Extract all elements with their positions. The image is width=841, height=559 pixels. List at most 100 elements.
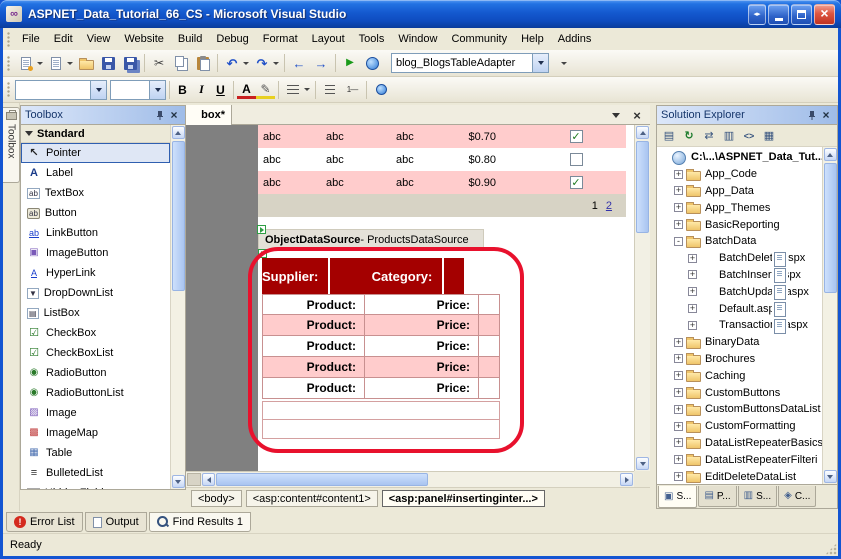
tree-expander-icon[interactable]: + [674,203,683,212]
combobox-dropdown-icon[interactable] [90,81,106,99]
toolbox-item[interactable]: ab TextBox [21,183,170,203]
tree-expander-icon[interactable]: - [674,237,683,246]
toolbox-item[interactable]: ◉ RadioButtonList [21,383,170,403]
menu-item[interactable]: Format [256,29,305,49]
tag-navigator-item[interactable]: <asp:panel#insertinginter...> [382,490,545,507]
toolbox-item[interactable]: ≡ BulletedList [21,463,170,483]
highlight-icon[interactable] [256,83,275,99]
tree-expander-icon[interactable]: + [674,422,683,431]
tree-expander-icon[interactable]: + [674,354,683,363]
scroll-up-icon[interactable] [172,126,185,139]
menu-item[interactable]: Tools [352,29,392,49]
menu-item[interactable]: Debug [209,29,255,49]
resize-grip[interactable] [824,542,837,555]
tree-item[interactable]: + DataListRepeaterBasics [657,435,822,452]
refresh-icon[interactable] [680,127,698,145]
toolbox-item[interactable]: ▤ ListBox [21,303,170,323]
menu-item[interactable]: Layout [305,29,352,49]
tree-expander-icon[interactable]: + [688,254,697,263]
tree-expander-icon[interactable]: + [674,472,683,481]
tree-item[interactable]: + BinaryData [657,334,822,351]
scroll-down-icon[interactable] [172,475,185,488]
toolbox-item[interactable]: A HyperLink [21,263,170,283]
tree-expander-icon[interactable]: + [688,270,697,279]
tree-item[interactable]: + BatchInsert.aspx [657,267,822,284]
tab-output[interactable]: Output [85,512,147,532]
toolbox-item[interactable]: ◉ RadioButton [21,363,170,383]
tree-item[interactable]: + EditDeleteDataList [657,468,822,484]
toolbox-item[interactable]: ☑ CheckBox [21,323,170,343]
tree-item[interactable]: + CustomButtonsDataList [657,401,822,418]
tree-expander-icon[interactable]: + [674,220,683,229]
toolbar-grip[interactable] [7,82,11,97]
tree-expander-icon[interactable]: + [674,455,683,464]
start-debugging-icon[interactable] [339,52,361,74]
window-panes-button[interactable] [748,4,766,25]
maximize-button[interactable] [791,4,812,25]
scroll-up-icon[interactable] [824,148,837,161]
tree-expander-icon[interactable]: + [674,438,683,447]
solution-explorer-header[interactable]: Solution Explorer [657,106,837,125]
scrollbar-thumb[interactable] [824,163,837,293]
toolbar-grip[interactable] [7,32,11,47]
smart-tag-icon[interactable] [257,225,266,234]
add-item-dropdown-icon[interactable] [67,62,73,65]
view-code-icon[interactable] [740,127,758,145]
row-checkbox[interactable] [570,130,583,143]
nest-related-files-icon[interactable] [720,127,738,145]
numbered-list-icon[interactable]: 1— [341,79,363,101]
tree-item[interactable]: + Caching [657,367,822,384]
cut-icon[interactable] [148,52,170,74]
close-icon[interactable] [167,108,181,122]
tab-find-results[interactable]: Find Results 1 [149,512,251,532]
tree-item[interactable]: + BasicReporting [657,216,822,233]
scrollbar-thumb[interactable] [172,141,185,291]
menu-item[interactable]: Window [391,29,444,49]
tree-item[interactable]: + BatchUpdate.aspx [657,283,822,300]
tree-item[interactable]: + BatchDelete.aspx [657,250,822,267]
tree-expander-icon[interactable]: + [674,388,683,397]
font-color-icon[interactable]: A [237,83,256,99]
toolbox-item[interactable]: ▣ ImageButton [21,243,170,263]
tree-item[interactable]: C:\...\ASPNET_Data_Tut... [657,149,822,166]
open-file-icon[interactable] [75,52,97,74]
tree-item[interactable]: + CustomButtons [657,384,822,401]
italic-button[interactable]: I [192,80,211,100]
scroll-right-icon[interactable] [620,473,633,486]
add-new-item-icon[interactable] [45,52,67,74]
close-icon[interactable] [819,108,833,122]
alignment-dropdown-icon[interactable] [304,88,310,91]
new-web-site-icon[interactable] [15,52,37,74]
tree-expander-icon[interactable]: + [674,170,683,179]
scroll-down-icon[interactable] [824,470,837,483]
smart-tag-icon[interactable] [258,249,267,258]
tab-solution-explorer[interactable]: S... [658,486,697,508]
menu-item[interactable]: Website [117,29,171,49]
navigate-backward-icon[interactable] [288,52,310,74]
close-document-icon[interactable] [629,107,645,123]
toolbar-combobox[interactable]: blog_BlogsTableAdapter [391,53,549,73]
menu-item[interactable]: Build [171,29,209,49]
scroll-up-icon[interactable] [636,126,649,139]
combobox-dropdown-icon[interactable] [532,54,548,72]
row-checkbox[interactable] [570,153,583,166]
undo-dropdown-icon[interactable] [243,62,249,65]
splitter-box[interactable] [187,473,201,486]
design-vertical-scrollbar[interactable] [634,125,650,471]
tree-expander-icon[interactable]: + [688,287,697,296]
toolbox-item[interactable]: ▩ ImageMap [21,423,170,443]
scroll-down-icon[interactable] [636,457,649,470]
tag-navigator-item[interactable]: <body> [191,490,242,507]
redo-icon[interactable] [251,52,273,74]
hyperlink-icon[interactable] [370,79,392,101]
tab-server-explorer[interactable]: S... [738,486,777,507]
titlebar[interactable]: ASPNET_Data_Tutorial_66_CS - Microsoft V… [0,0,841,28]
menu-item[interactable]: Community [444,29,514,49]
toolbox-header[interactable]: Toolbox [21,106,185,125]
toolbox-item[interactable]: ab HiddenField [21,483,170,489]
toolbar-options-icon[interactable] [553,52,575,74]
tree-item[interactable]: + App_Themes [657,199,822,216]
pager-page-1[interactable]: 1 [592,200,598,212]
toolbox-section-standard[interactable]: Standard [21,125,170,143]
toolbox-item[interactable]: ▦ Table [21,443,170,463]
